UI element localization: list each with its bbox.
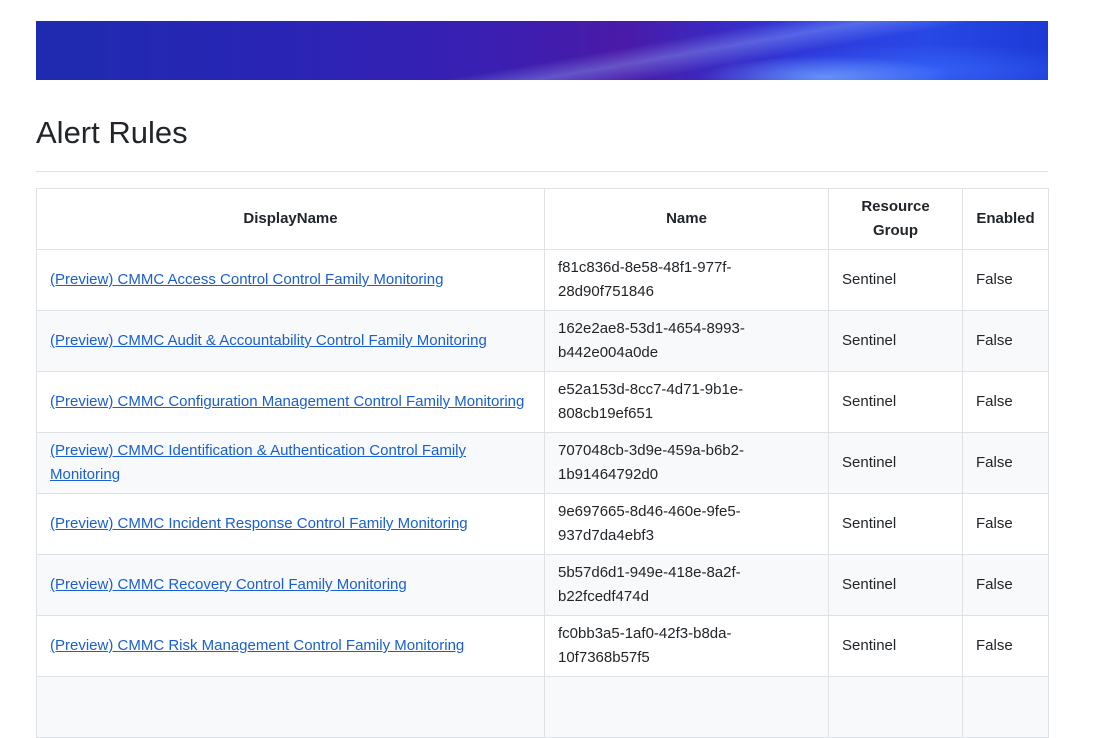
resource-group-cell: Sentinel: [828, 432, 963, 494]
table-row: (Preview) CMMC Configuration Management …: [36, 371, 1049, 433]
displayname-cell: (Preview) CMMC Incident Response Control…: [36, 493, 545, 555]
table-row: (Preview) CMMC Incident Response Control…: [36, 493, 1049, 555]
alert-rule-link[interactable]: (Preview) CMMC Incident Response Control…: [50, 515, 468, 532]
table-row: (Preview) CMMC Risk Management Control F…: [36, 615, 1049, 677]
rule-id-part1: 9e697665-8d46-460e-9fe5-: [558, 503, 741, 520]
resource-group-cell: [828, 676, 963, 738]
enabled-cell: False: [962, 249, 1049, 311]
table-header-row: DisplayName Name Resource Group Enabled: [36, 188, 1049, 250]
rule-id-part1: e52a153d-8cc7-4d71-9b1e-: [558, 381, 744, 398]
header-banner-image: [36, 21, 1048, 80]
resource-group-cell: Sentinel: [828, 615, 963, 677]
name-cell: 707048cb-3d9e-459a-b6b2- 1b91464792d0: [544, 432, 829, 494]
page-content: Alert Rules DisplayName Name Resource Gr…: [36, 21, 1049, 738]
name-cell: [544, 676, 829, 738]
alert-rule-link[interactable]: (Preview) CMMC Identification & Authenti…: [50, 442, 466, 483]
alert-rule-link[interactable]: (Preview) CMMC Access Control Control Fa…: [50, 271, 443, 288]
displayname-cell: (Preview) CMMC Configuration Management …: [36, 371, 545, 433]
title-divider: [36, 171, 1048, 172]
table-row: (Preview) CMMC Access Control Control Fa…: [36, 249, 1049, 311]
rule-id-part1: fc0bb3a5-1af0-42f3-b8da-: [558, 625, 732, 642]
resource-group-cell: Sentinel: [828, 310, 963, 372]
enabled-cell: False: [962, 310, 1049, 372]
alert-rule-link[interactable]: (Preview) CMMC Configuration Management …: [50, 393, 524, 410]
rule-id-part2: b442e004a0de: [558, 344, 659, 361]
resource-group-cell: Sentinel: [828, 371, 963, 433]
enabled-cell: False: [962, 371, 1049, 433]
resource-group-cell: Sentinel: [828, 249, 963, 311]
column-header-resource-group: Resource Group: [828, 188, 963, 250]
rule-id-part1: 5b57d6d1-949e-418e-8a2f-: [558, 564, 741, 581]
displayname-cell: (Preview) CMMC Access Control Control Fa…: [36, 249, 545, 311]
column-header-name: Name: [544, 188, 829, 250]
rule-id-part2: 808cb19ef651: [558, 405, 654, 422]
column-header-enabled: Enabled: [962, 188, 1049, 250]
table-row: (Preview) CMMC Identification & Authenti…: [36, 432, 1049, 494]
rule-id-part2: 10f7368b57f5: [558, 649, 650, 666]
displayname-cell: (Preview) CMMC Identification & Authenti…: [36, 432, 545, 494]
name-cell: 9e697665-8d46-460e-9fe5- 937d7da4ebf3: [544, 493, 829, 555]
displayname-cell: (Preview) CMMC Audit & Accountability Co…: [36, 310, 545, 372]
name-cell: fc0bb3a5-1af0-42f3-b8da- 10f7368b57f5: [544, 615, 829, 677]
alert-rule-link[interactable]: (Preview) CMMC Audit & Accountability Co…: [50, 332, 487, 349]
rule-id-part2: 937d7da4ebf3: [558, 527, 654, 544]
enabled-cell: False: [962, 432, 1049, 494]
resource-group-cell: Sentinel: [828, 554, 963, 616]
rule-id-part2: 1b91464792d0: [558, 466, 659, 483]
enabled-cell: False: [962, 493, 1049, 555]
rule-id-part2: b22fcedf474d: [558, 588, 649, 605]
name-cell: 162e2ae8-53d1-4654-8993- b442e004a0de: [544, 310, 829, 372]
resource-group-header-label: Resource Group: [861, 198, 930, 239]
name-cell: f81c836d-8e58-48f1-977f- 28d90f751846: [544, 249, 829, 311]
enabled-cell: False: [962, 554, 1049, 616]
displayname-cell: [36, 676, 545, 738]
alert-rule-link[interactable]: (Preview) CMMC Risk Management Control F…: [50, 637, 464, 654]
table-row: (Preview) CMMC Recovery Control Family M…: [36, 554, 1049, 616]
rule-id-part2: 28d90f751846: [558, 283, 654, 300]
alert-rule-link[interactable]: (Preview) CMMC Recovery Control Family M…: [50, 576, 407, 593]
displayname-cell: (Preview) CMMC Risk Management Control F…: [36, 615, 545, 677]
alert-rules-table: DisplayName Name Resource Group Enabled …: [36, 188, 1049, 738]
page-title: Alert Rules: [36, 115, 188, 150]
column-header-displayname: DisplayName: [36, 188, 545, 250]
name-cell: e52a153d-8cc7-4d71-9b1e- 808cb19ef651: [544, 371, 829, 433]
displayname-cell: (Preview) CMMC Recovery Control Family M…: [36, 554, 545, 616]
enabled-cell: False: [962, 615, 1049, 677]
table-row: [36, 676, 1049, 738]
enabled-cell: [962, 676, 1049, 738]
rule-id-part1: 707048cb-3d9e-459a-b6b2-: [558, 442, 744, 459]
rule-id-part1: 162e2ae8-53d1-4654-8993-: [558, 320, 745, 337]
rule-id-part1: f81c836d-8e58-48f1-977f-: [558, 259, 732, 276]
table-row: (Preview) CMMC Audit & Accountability Co…: [36, 310, 1049, 372]
resource-group-cell: Sentinel: [828, 493, 963, 555]
name-cell: 5b57d6d1-949e-418e-8a2f-b22fcedf474d: [544, 554, 829, 616]
